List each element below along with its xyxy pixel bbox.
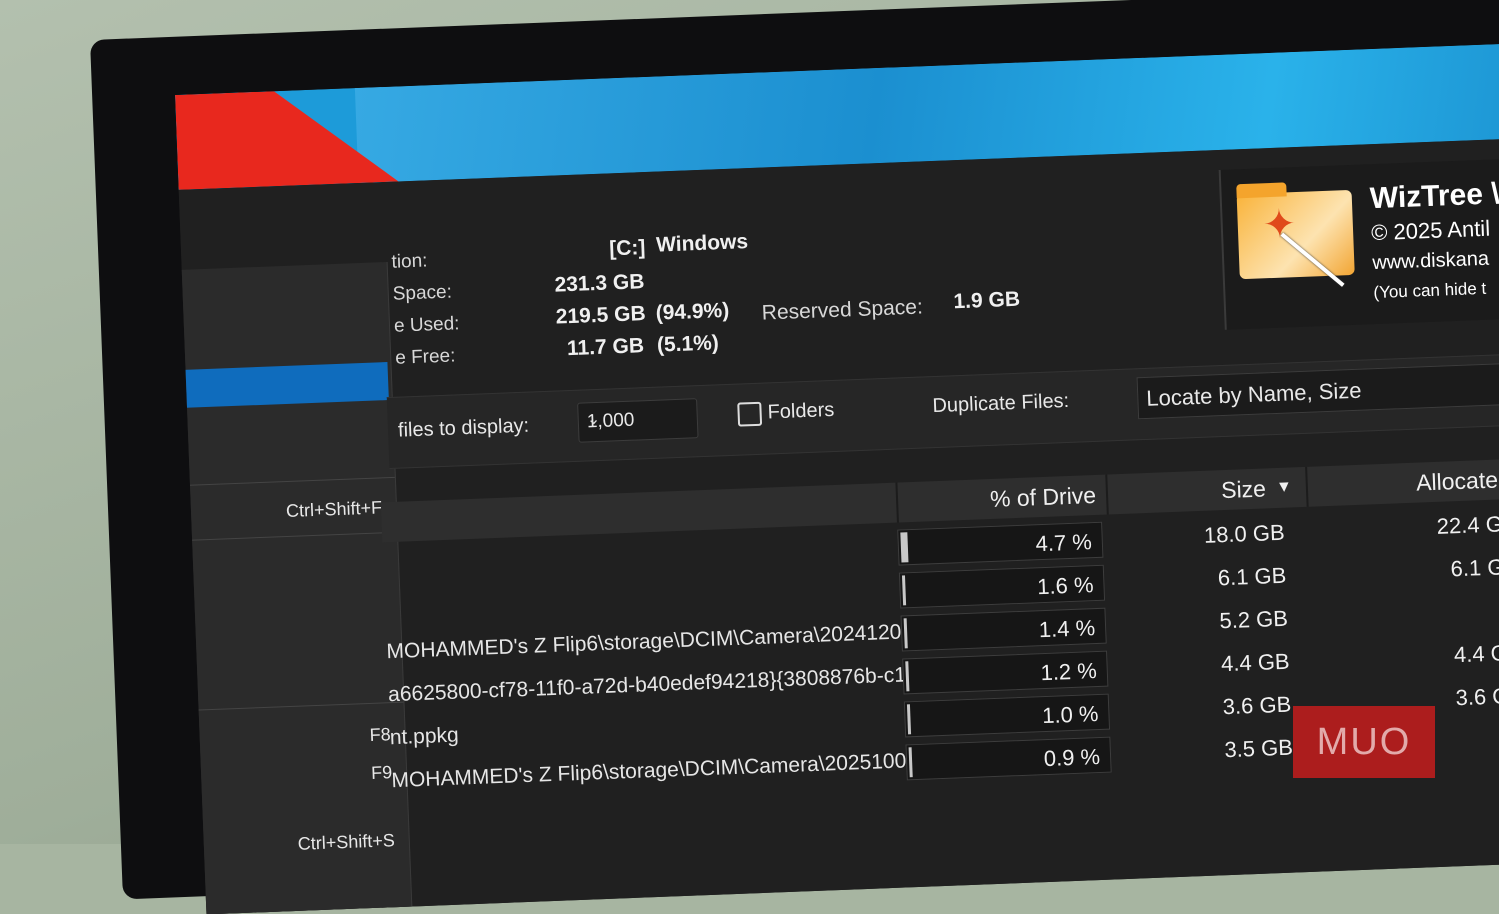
files-table: % of Drive Size ▼ Allocated 4.7 % 18.0 GB… bbox=[380, 454, 1499, 914]
total-space-value: 231.3 GB bbox=[554, 270, 645, 297]
muo-watermark: MUO bbox=[1293, 706, 1435, 778]
hide-note: (You can hide t bbox=[1373, 278, 1487, 303]
percent-bar bbox=[906, 704, 912, 735]
wiztree-window: Ctrl+Shift+F F8 F9 Ctrl+Shift+S tion: Sp… bbox=[175, 136, 1499, 914]
drive-name: Windows bbox=[655, 230, 749, 257]
drive-label: tion: bbox=[391, 250, 428, 273]
about-panel: ✦ WizTree \ © 2025 Antil www.diskana (Yo… bbox=[1218, 154, 1499, 330]
percent-of-drive-cell: 1.6 % bbox=[898, 564, 1106, 609]
duplicate-files-label: Duplicate Files: bbox=[932, 389, 1070, 418]
duplicate-files-select[interactable]: Locate by Name, Size bbox=[1136, 358, 1499, 420]
size-value: 3.5 GB bbox=[1223, 734, 1294, 763]
percent-of-drive-value: 1.0 % bbox=[1041, 701, 1099, 729]
wiztree-logo-icon: ✦ bbox=[1236, 182, 1355, 287]
free-space-percent: (5.1%) bbox=[656, 331, 720, 357]
percent-of-drive-cell: 1.4 % bbox=[900, 607, 1107, 652]
size-value: 18.0 GB bbox=[1203, 519, 1286, 548]
free-space-label: e Free: bbox=[394, 345, 456, 369]
menu-item-highlighted[interactable] bbox=[175, 362, 389, 409]
app-title: WizTree \ bbox=[1369, 177, 1499, 216]
percent-of-drive-cell: 0.9 % bbox=[905, 736, 1112, 781]
used-space-value: 219.5 GB bbox=[555, 302, 647, 329]
menu-shortcut-ctrl-shift-s[interactable]: Ctrl+Shift+S bbox=[297, 830, 395, 855]
total-space-label: Space: bbox=[392, 281, 453, 305]
size-header-label: Size bbox=[1220, 475, 1267, 504]
used-space-percent: (94.9%) bbox=[655, 298, 730, 325]
menu-separator bbox=[175, 701, 404, 712]
menu-shortcut-f8[interactable]: F8 bbox=[369, 724, 391, 746]
free-space-value: 11.7 GB bbox=[566, 334, 645, 361]
column-header-size[interactable]: Size ▼ bbox=[1105, 466, 1307, 515]
used-space-label: e Used: bbox=[393, 313, 460, 337]
reserved-space-value: 1.9 GB bbox=[953, 287, 1021, 314]
menu-separator bbox=[175, 476, 395, 487]
percent-of-drive-cell: 4.7 % bbox=[897, 521, 1104, 566]
size-value: 6.1 GB bbox=[1217, 562, 1287, 591]
size-value: 4.4 GB bbox=[1220, 648, 1291, 677]
percent-of-drive-cell: 1.2 % bbox=[902, 650, 1109, 695]
percent-bar bbox=[900, 532, 909, 563]
sort-descending-icon: ▼ bbox=[1275, 478, 1293, 497]
reserved-space-label: Reserved Space: bbox=[761, 295, 924, 325]
percent-bar bbox=[901, 575, 907, 606]
chevron-down-icon: ⌄ bbox=[586, 410, 601, 429]
percent-of-drive-value: 0.9 % bbox=[1043, 743, 1101, 772]
size-value: 3.6 GB bbox=[1222, 691, 1292, 720]
percent-of-drive-value: 1.6 % bbox=[1036, 572, 1094, 600]
percent-bar bbox=[903, 618, 908, 649]
percent-of-drive-value: 1.2 % bbox=[1040, 658, 1098, 686]
size-value: 5.2 GB bbox=[1218, 605, 1289, 634]
column-header-percent-of-drive[interactable]: % of Drive bbox=[895, 474, 1107, 523]
allocated-value: 0 bbox=[1310, 597, 1499, 631]
copyright-text: © 2025 Antil bbox=[1370, 215, 1491, 246]
drive-letter: [C:] bbox=[608, 236, 646, 261]
percent-bar bbox=[908, 747, 913, 778]
file-path: nt.ppkg bbox=[389, 723, 460, 750]
menu-shortcut-f9[interactable]: F9 bbox=[371, 762, 393, 784]
dropdown-menu: Ctrl+Shift+F F8 F9 Ctrl+Shift+S bbox=[175, 261, 413, 914]
folders-label[interactable]: Folders bbox=[767, 399, 835, 425]
allocated-value: 6.1 GB bbox=[1450, 553, 1499, 582]
website-link[interactable]: www.diskana bbox=[1372, 247, 1499, 275]
column-header-allocated[interactable]: Allocated bbox=[1305, 458, 1499, 507]
allocated-value: 22.4 GB bbox=[1436, 510, 1499, 539]
duplicate-files-value: Locate by Name, Size bbox=[1145, 377, 1362, 411]
drive-info-panel: tion: Space: e Used: e Free: [C:] Window… bbox=[391, 210, 1236, 382]
percent-of-drive-value: 1.4 % bbox=[1038, 615, 1096, 643]
folders-checkbox[interactable] bbox=[737, 401, 763, 427]
files-to-display-select[interactable]: 1,000 ⌄ bbox=[577, 398, 699, 443]
percent-of-drive-value: 4.7 % bbox=[1035, 529, 1093, 557]
menu-separator bbox=[175, 531, 397, 542]
percent-of-drive-cell: 1.0 % bbox=[903, 693, 1111, 738]
files-to-display-label: files to display: bbox=[397, 414, 530, 442]
percent-bar bbox=[905, 661, 910, 692]
monitor-screen: Ctrl+Shift+F F8 F9 Ctrl+Shift+S tion: Sp… bbox=[175, 41, 1499, 914]
allocated-value: 4.4 GB bbox=[1453, 639, 1499, 668]
menu-shortcut-ctrl-shift-f[interactable]: Ctrl+Shift+F bbox=[286, 497, 383, 522]
